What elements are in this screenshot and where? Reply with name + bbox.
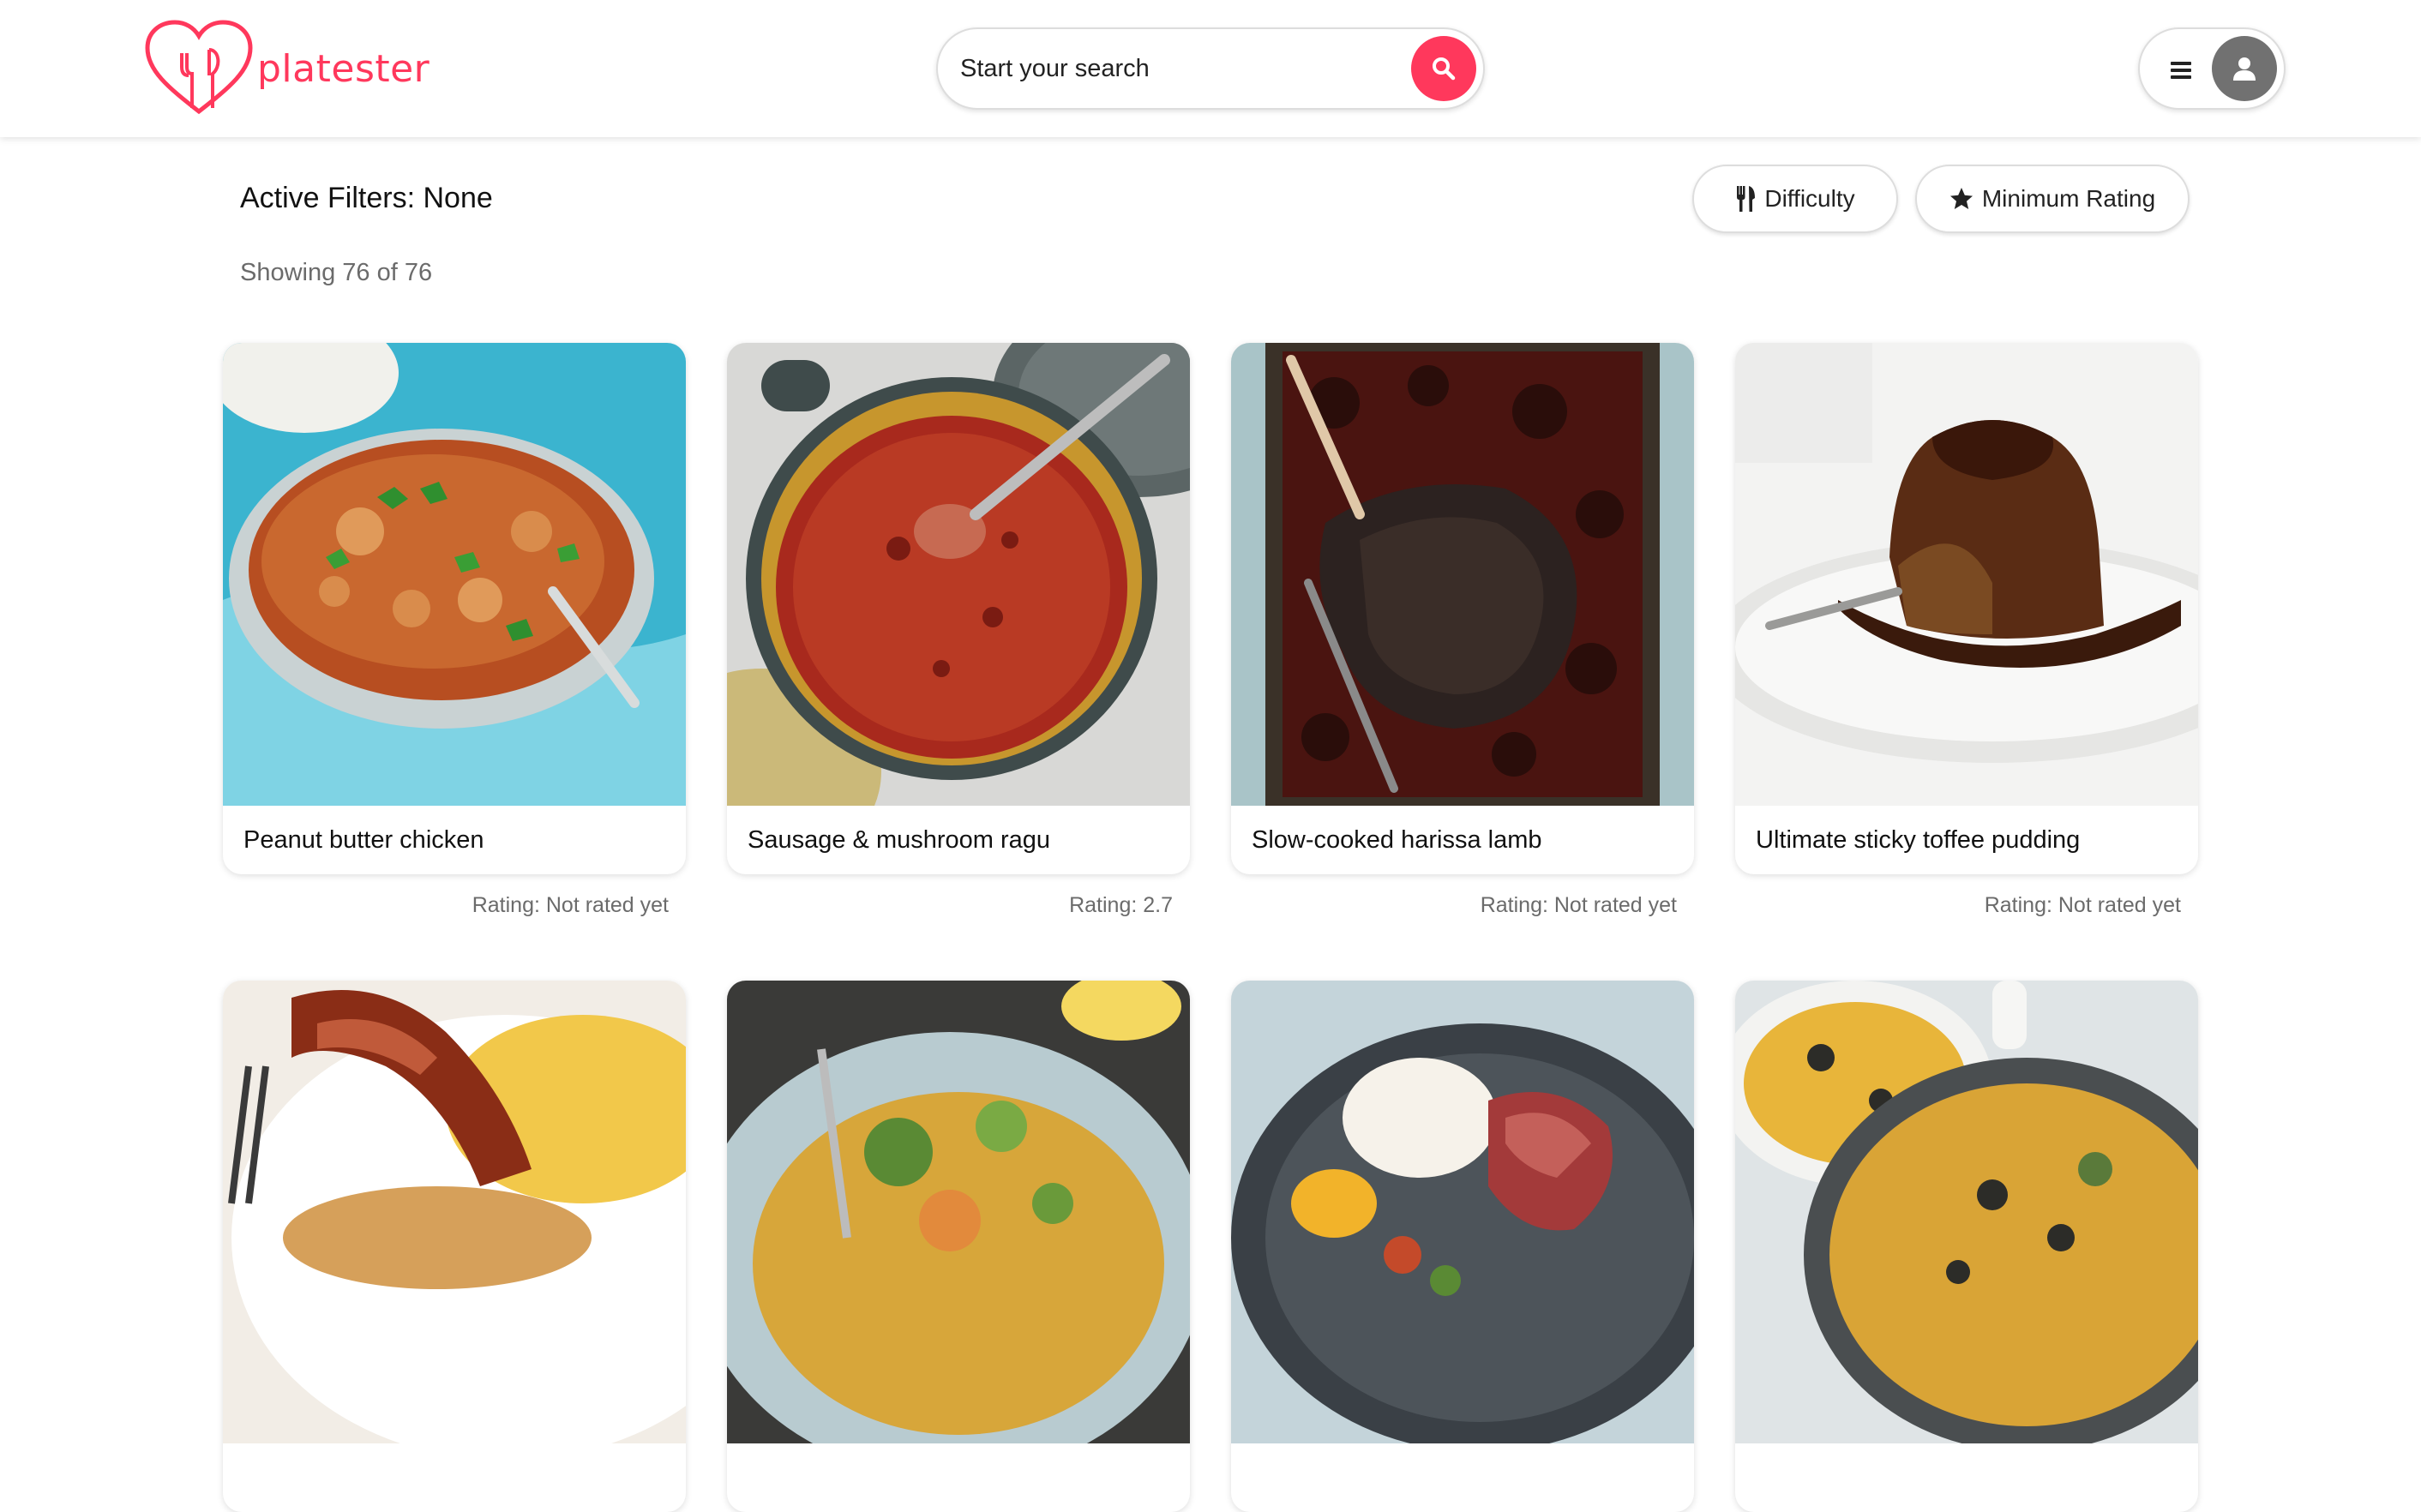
logo[interactable]: platester: [142, 19, 430, 118]
utensils-icon: [1737, 186, 1756, 212]
search-icon: [1433, 57, 1456, 81]
minimum-rating-filter-button[interactable]: Minimum Rating: [1915, 165, 2190, 233]
recipe-title: Ultimate sticky toffee pudding: [1756, 825, 2081, 854]
user-menu-button[interactable]: [2138, 27, 2286, 110]
recipe-image[interactable]: [223, 343, 686, 806]
recipe-card[interactable]: Peanut butter chicken Rating: Not rated …: [223, 343, 686, 918]
recipe-card[interactable]: [727, 981, 1190, 1512]
recipe-rating: Rating: Not rated yet: [1480, 893, 1677, 917]
recipe-card[interactable]: Slow-cooked harissa lamb Rating: Not rat…: [1231, 343, 1694, 918]
search-bar[interactable]: [936, 27, 1485, 110]
recipe-title: [1231, 1443, 1694, 1512]
difficulty-filter-label: Difficulty: [1764, 185, 1855, 212]
difficulty-filter-button[interactable]: Difficulty: [1692, 165, 1898, 233]
recipe-card[interactable]: [1231, 981, 1694, 1512]
recipe-card[interactable]: [223, 981, 686, 1512]
avatar: [2212, 36, 2277, 101]
recipe-title: [1735, 1443, 2198, 1512]
recipe-title: Peanut butter chicken: [243, 825, 484, 854]
brand-name: platester: [257, 46, 430, 91]
recipe-title: Slow-cooked harissa lamb: [1252, 825, 1542, 854]
recipe-card[interactable]: Ultimate sticky toffee pudding Rating: N…: [1735, 343, 2198, 918]
recipe-card[interactable]: [1735, 981, 2198, 1512]
recipe-image[interactable]: [1231, 981, 1694, 1443]
recipe-image[interactable]: [223, 981, 686, 1443]
minimum-rating-filter-label: Minimum Rating: [1981, 185, 2156, 212]
recipe-title: [223, 1443, 686, 1512]
recipe-rating: Rating: 2.7: [1069, 893, 1173, 917]
hamburger-icon: [2171, 62, 2191, 79]
search-input[interactable]: [960, 54, 1389, 83]
recipe-image[interactable]: [727, 981, 1190, 1443]
recipe-title: [727, 1443, 1190, 1512]
results-count: Showing 76 of 76: [240, 259, 433, 286]
heart-fork-logo-icon: [145, 20, 253, 115]
recipe-rating: Rating: Not rated yet: [1984, 893, 2181, 917]
star-icon: [1949, 188, 1973, 209]
recipe-image[interactable]: [727, 343, 1190, 806]
recipe-image[interactable]: [1735, 343, 2198, 806]
recipe-image[interactable]: [1231, 343, 1694, 806]
recipe-title: Sausage & mushroom ragu: [748, 825, 1051, 854]
user-icon: [2233, 57, 2256, 81]
recipe-rating: Rating: Not rated yet: [472, 893, 669, 917]
search-button[interactable]: [1411, 36, 1476, 101]
active-filters-label: Active Filters: None: [240, 182, 493, 214]
top-navbar: platester: [0, 0, 2421, 137]
recipe-card[interactable]: Sausage & mushroom ragu Rating: 2.7: [727, 343, 1190, 918]
recipe-image[interactable]: [1735, 981, 2198, 1443]
